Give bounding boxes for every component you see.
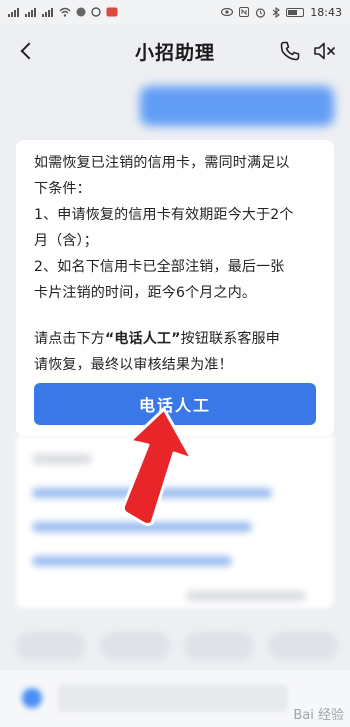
quick-reply-chip-2[interactable] xyxy=(100,632,170,660)
message-line-1: 如需恢复已注销的信用卡，需同时满足以 xyxy=(34,155,290,171)
nfc-icon xyxy=(239,7,250,17)
quick-reply-bar xyxy=(0,620,350,670)
circle-notification-icon xyxy=(91,7,101,17)
voice-icon[interactable] xyxy=(22,688,42,708)
back-button[interactable] xyxy=(14,39,38,63)
signal-icon-2 xyxy=(25,7,37,17)
user-message-bubble-blurred xyxy=(140,86,334,126)
quick-reply-chip-3[interactable] xyxy=(184,632,254,660)
phone-icon xyxy=(280,41,300,61)
alarm-icon xyxy=(256,7,266,18)
message-cta-line: 请点击下方“电话人工”按钮联系客服申 xyxy=(34,326,316,352)
quick-reply-chip-1[interactable] xyxy=(16,632,86,660)
message-line-5: 2、如名下信用卡已全部注销，最后一张 xyxy=(34,259,285,275)
wifi-icon xyxy=(59,7,71,17)
signal-icon-3 xyxy=(42,7,54,17)
quick-reply-chip-4[interactable] xyxy=(268,632,338,660)
message-line-3: 1、申请恢复的信用卡有效期距今大于2个 xyxy=(34,207,294,223)
app-header: 小招助理 xyxy=(0,24,350,78)
signal-icon xyxy=(8,7,20,17)
red-arrow-annotation xyxy=(121,407,194,526)
status-left-icons xyxy=(8,7,118,17)
chevron-left-icon xyxy=(20,42,38,60)
battery-icon xyxy=(286,7,305,17)
baidu-watermark: Bai 经验 xyxy=(293,708,344,723)
clock: 18:43 xyxy=(310,5,342,19)
message-line-4: 月（含）； xyxy=(34,233,98,249)
eye-icon xyxy=(221,7,234,17)
message-line-2: 下条件： xyxy=(34,181,91,197)
bot-message-card: 如需恢复已注销的信用卡，需同时满足以 下条件： 1、申请恢复的信用卡有效期距今大… xyxy=(16,140,334,436)
page-title: 小招助理 xyxy=(134,41,215,64)
red-app-icon xyxy=(106,7,118,17)
phone-call-button[interactable] xyxy=(278,39,302,63)
cta-highlight: “电话人工” xyxy=(105,331,181,347)
status-right-icons: 18:43 xyxy=(221,6,342,19)
status-bar: 18:43 xyxy=(0,0,350,24)
message-line-6: 卡片注销的时间，距今6个月之内。 xyxy=(34,285,257,301)
blurred-feedback[interactable] xyxy=(186,591,306,601)
blurred-heading xyxy=(32,454,92,464)
cta-prefix: 请点击下方 xyxy=(34,331,105,347)
blurred-link-3[interactable] xyxy=(32,556,232,566)
app-notification-icon xyxy=(76,7,86,17)
speaker-mute-icon xyxy=(314,42,335,60)
message-input[interactable] xyxy=(58,684,288,712)
bluetooth-icon xyxy=(272,6,281,18)
mute-button[interactable] xyxy=(312,39,338,63)
cta-suffix: 按钮联系客服申 xyxy=(180,331,281,347)
message-cta-line-2: 请恢复，最终以审核结果为准！ xyxy=(34,357,233,373)
